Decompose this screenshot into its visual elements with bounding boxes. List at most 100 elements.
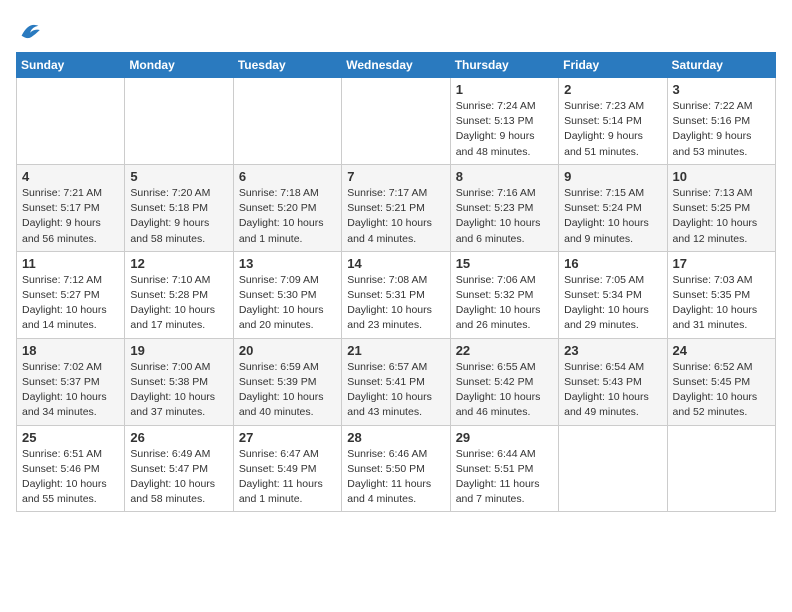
day-info: Sunrise: 7:02 AMSunset: 5:37 PMDaylight:… (22, 360, 119, 421)
day-number: 28 (347, 430, 444, 445)
day-of-week-header: Thursday (450, 53, 558, 78)
day-of-week-header: Wednesday (342, 53, 450, 78)
day-info: Sunrise: 7:21 AMSunset: 5:17 PMDaylight:… (22, 186, 119, 247)
calendar-cell (559, 425, 667, 512)
calendar-cell: 3Sunrise: 7:22 AMSunset: 5:16 PMDaylight… (667, 78, 775, 165)
day-number: 4 (22, 169, 119, 184)
calendar-cell: 28 Sunrise: 6:46 AMSunset: 5:50 PMDayligh… (342, 425, 450, 512)
calendar-week-row: 11Sunrise: 7:12 AMSunset: 5:27 PMDayligh… (17, 251, 776, 338)
calendar-cell: 19Sunrise: 7:00 AMSunset: 5:38 PMDayligh… (125, 338, 233, 425)
day-info: Sunrise: 7:09 AMSunset: 5:30 PMDaylight:… (239, 273, 336, 334)
day-info: Sunrise: 6:54 AMSunset: 5:43 PMDaylight:… (564, 360, 661, 421)
day-info: Sunrise: 7:17 AMSunset: 5:21 PMDaylight:… (347, 186, 444, 247)
calendar-cell (667, 425, 775, 512)
day-info: Sunrise: 7:08 AMSunset: 5:31 PMDaylight:… (347, 273, 444, 334)
calendar-cell: 13 Sunrise: 7:09 AMSunset: 5:30 PMDayligh… (233, 251, 341, 338)
day-number: 10 (673, 169, 770, 184)
day-of-week-header: Tuesday (233, 53, 341, 78)
day-info: Sunrise: 6:47 AMSunset: 5:49 PMDaylight:… (239, 447, 336, 508)
calendar-cell: 15 Sunrise: 7:06 AMSunset: 5:32 PMDayligh… (450, 251, 558, 338)
day-number: 27 (239, 430, 336, 445)
day-info: Sunrise: 7:16 AMSunset: 5:23 PMDaylight:… (456, 186, 553, 247)
day-number: 5 (130, 169, 227, 184)
calendar-cell: 29 Sunrise: 6:44 AMSunset: 5:51 PMDayligh… (450, 425, 558, 512)
calendar-cell: 14 Sunrise: 7:08 AMSunset: 5:31 PMDayligh… (342, 251, 450, 338)
calendar-cell: 10 Sunrise: 7:13 AMSunset: 5:25 PMDayligh… (667, 164, 775, 251)
day-info: Sunrise: 7:23 AMSunset: 5:14 PMDaylight:… (564, 99, 661, 160)
day-info: Sunrise: 6:44 AMSunset: 5:51 PMDaylight:… (456, 447, 553, 508)
calendar-cell (125, 78, 233, 165)
day-number: 24 (673, 343, 770, 358)
calendar-cell: 26 Sunrise: 6:49 AMSunset: 5:47 PMDayligh… (125, 425, 233, 512)
day-info: Sunrise: 6:57 AMSunset: 5:41 PMDaylight:… (347, 360, 444, 421)
day-number: 2 (564, 82, 661, 97)
day-info: Sunrise: 6:51 AMSunset: 5:46 PMDaylight:… (22, 447, 119, 508)
calendar-cell: 20 Sunrise: 6:59 AMSunset: 5:39 PMDayligh… (233, 338, 341, 425)
day-number: 16 (564, 256, 661, 271)
day-info: Sunrise: 7:06 AMSunset: 5:32 PMDaylight:… (456, 273, 553, 334)
header (16, 16, 776, 44)
calendar-week-row: 1 Sunrise: 7:24 AMSunset: 5:13 PMDaylight… (17, 78, 776, 165)
calendar-cell: 4 Sunrise: 7:21 AMSunset: 5:17 PMDaylight… (17, 164, 125, 251)
calendar-cell: 5Sunrise: 7:20 AMSunset: 5:18 PMDaylight… (125, 164, 233, 251)
day-number: 6 (239, 169, 336, 184)
calendar-cell: 11Sunrise: 7:12 AMSunset: 5:27 PMDayligh… (17, 251, 125, 338)
day-info: Sunrise: 7:24 AMSunset: 5:13 PMDaylight:… (456, 99, 553, 160)
calendar-cell: 24 Sunrise: 6:52 AMSunset: 5:45 PMDayligh… (667, 338, 775, 425)
logo-bird-icon (16, 16, 44, 44)
day-info: Sunrise: 7:15 AMSunset: 5:24 PMDaylight:… (564, 186, 661, 247)
day-info: Sunrise: 6:59 AMSunset: 5:39 PMDaylight:… (239, 360, 336, 421)
calendar-cell: 8 Sunrise: 7:16 AMSunset: 5:23 PMDaylight… (450, 164, 558, 251)
calendar-cell: 22Sunrise: 6:55 AMSunset: 5:42 PMDayligh… (450, 338, 558, 425)
day-info: Sunrise: 7:13 AMSunset: 5:25 PMDaylight:… (673, 186, 770, 247)
day-number: 21 (347, 343, 444, 358)
day-number: 15 (456, 256, 553, 271)
calendar-cell: 21 Sunrise: 6:57 AMSunset: 5:41 PMDayligh… (342, 338, 450, 425)
calendar-cell: 25 Sunrise: 6:51 AMSunset: 5:46 PMDayligh… (17, 425, 125, 512)
calendar-cell: 2 Sunrise: 7:23 AMSunset: 5:14 PMDaylight… (559, 78, 667, 165)
calendar-header-row: SundayMondayTuesdayWednesdayThursdayFrid… (17, 53, 776, 78)
day-number: 29 (456, 430, 553, 445)
day-number: 7 (347, 169, 444, 184)
calendar-table: SundayMondayTuesdayWednesdayThursdayFrid… (16, 52, 776, 512)
day-of-week-header: Sunday (17, 53, 125, 78)
day-number: 3 (673, 82, 770, 97)
calendar-cell (233, 78, 341, 165)
calendar-cell: 18 Sunrise: 7:02 AMSunset: 5:37 PMDayligh… (17, 338, 125, 425)
day-number: 22 (456, 343, 553, 358)
day-info: Sunrise: 6:46 AMSunset: 5:50 PMDaylight:… (347, 447, 444, 508)
day-number: 1 (456, 82, 553, 97)
calendar-cell (17, 78, 125, 165)
day-number: 25 (22, 430, 119, 445)
day-number: 23 (564, 343, 661, 358)
day-number: 17 (673, 256, 770, 271)
day-of-week-header: Monday (125, 53, 233, 78)
day-number: 19 (130, 343, 227, 358)
calendar-week-row: 25 Sunrise: 6:51 AMSunset: 5:46 PMDayligh… (17, 425, 776, 512)
calendar-cell: 17Sunrise: 7:03 AMSunset: 5:35 PMDayligh… (667, 251, 775, 338)
day-number: 8 (456, 169, 553, 184)
day-number: 9 (564, 169, 661, 184)
calendar-cell (342, 78, 450, 165)
day-info: Sunrise: 6:52 AMSunset: 5:45 PMDaylight:… (673, 360, 770, 421)
calendar-cell: 7 Sunrise: 7:17 AMSunset: 5:21 PMDaylight… (342, 164, 450, 251)
calendar-cell: 27 Sunrise: 6:47 AMSunset: 5:49 PMDayligh… (233, 425, 341, 512)
calendar-cell: 12 Sunrise: 7:10 AMSunset: 5:28 PMDayligh… (125, 251, 233, 338)
logo (16, 16, 48, 44)
day-number: 13 (239, 256, 336, 271)
calendar-cell: 23 Sunrise: 6:54 AMSunset: 5:43 PMDayligh… (559, 338, 667, 425)
day-number: 26 (130, 430, 227, 445)
day-info: Sunrise: 6:49 AMSunset: 5:47 PMDaylight:… (130, 447, 227, 508)
day-info: Sunrise: 7:12 AMSunset: 5:27 PMDaylight:… (22, 273, 119, 334)
day-number: 12 (130, 256, 227, 271)
day-of-week-header: Saturday (667, 53, 775, 78)
calendar-cell: 16 Sunrise: 7:05 AMSunset: 5:34 PMDayligh… (559, 251, 667, 338)
day-number: 18 (22, 343, 119, 358)
day-of-week-header: Friday (559, 53, 667, 78)
day-number: 14 (347, 256, 444, 271)
day-info: Sunrise: 7:18 AMSunset: 5:20 PMDaylight:… (239, 186, 336, 247)
day-info: Sunrise: 7:05 AMSunset: 5:34 PMDaylight:… (564, 273, 661, 334)
day-number: 20 (239, 343, 336, 358)
day-info: Sunrise: 7:10 AMSunset: 5:28 PMDaylight:… (130, 273, 227, 334)
calendar-cell: 1 Sunrise: 7:24 AMSunset: 5:13 PMDaylight… (450, 78, 558, 165)
